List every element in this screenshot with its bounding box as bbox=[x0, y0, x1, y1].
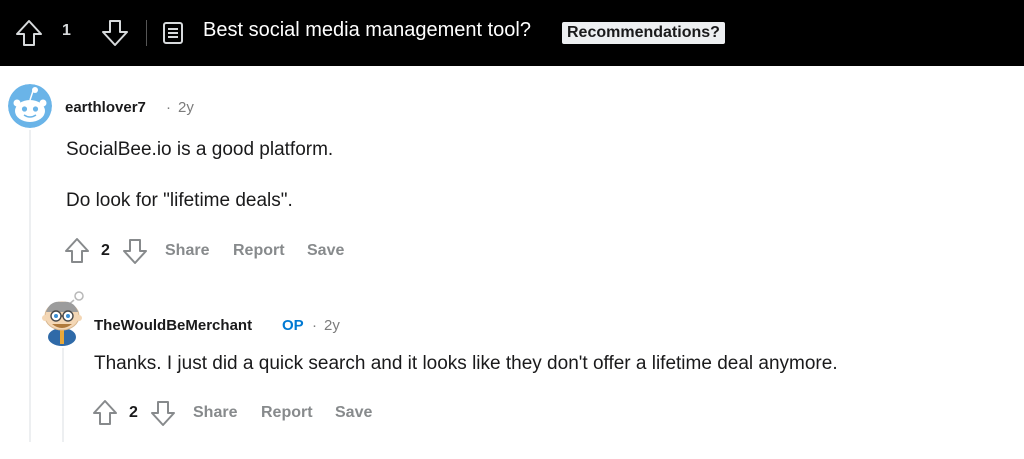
share-button[interactable]: Share bbox=[193, 404, 237, 422]
comment-actions: 2 Share Report Save bbox=[91, 398, 411, 428]
snoo-avatar-icon bbox=[42, 291, 84, 346]
post-flair[interactable]: Recommendations? bbox=[562, 22, 725, 44]
comment-author[interactable]: earthlover7 bbox=[65, 99, 146, 116]
snoo-avatar-icon bbox=[8, 84, 52, 128]
meta-separator: · bbox=[166, 99, 171, 116]
downvote-icon[interactable] bbox=[121, 236, 149, 266]
comment-paragraph: SocialBee.io is a good platform. bbox=[66, 139, 334, 160]
share-button[interactable]: Share bbox=[165, 242, 209, 260]
report-button[interactable]: Report bbox=[261, 404, 313, 422]
save-button[interactable]: Save bbox=[335, 404, 372, 422]
op-badge: OP bbox=[282, 317, 304, 334]
thread-line[interactable] bbox=[62, 348, 64, 442]
meta-separator: · bbox=[312, 317, 317, 334]
comment-score: 2 bbox=[129, 404, 138, 421]
comment-author[interactable]: TheWouldBeMerchant bbox=[94, 317, 252, 334]
thread-line[interactable] bbox=[29, 130, 31, 442]
upvote-icon[interactable] bbox=[91, 398, 119, 428]
comment-actions: 2 Share Report Save bbox=[63, 236, 383, 266]
header-divider bbox=[146, 20, 147, 46]
comment-score: 2 bbox=[101, 242, 110, 259]
post-header-bar: 1 Best social media management tool? Rec… bbox=[0, 0, 1024, 66]
comment-paragraph: Do look for "lifetime deals". bbox=[66, 190, 293, 211]
report-button[interactable]: Report bbox=[233, 242, 285, 260]
upvote-icon[interactable] bbox=[63, 236, 91, 266]
downvote-icon[interactable] bbox=[100, 18, 130, 48]
post-title[interactable]: Best social media management tool? bbox=[203, 19, 531, 42]
text-post-icon bbox=[163, 22, 183, 44]
comment-age[interactable]: 2y bbox=[178, 99, 194, 116]
downvote-icon[interactable] bbox=[149, 398, 177, 428]
avatar[interactable] bbox=[38, 290, 88, 346]
save-button[interactable]: Save bbox=[307, 242, 344, 260]
comment-age[interactable]: 2y bbox=[324, 317, 340, 334]
avatar[interactable] bbox=[8, 84, 52, 128]
post-score: 1 bbox=[62, 22, 71, 39]
comment-paragraph: Thanks. I just did a quick search and it… bbox=[94, 353, 838, 374]
upvote-icon[interactable] bbox=[14, 18, 44, 48]
